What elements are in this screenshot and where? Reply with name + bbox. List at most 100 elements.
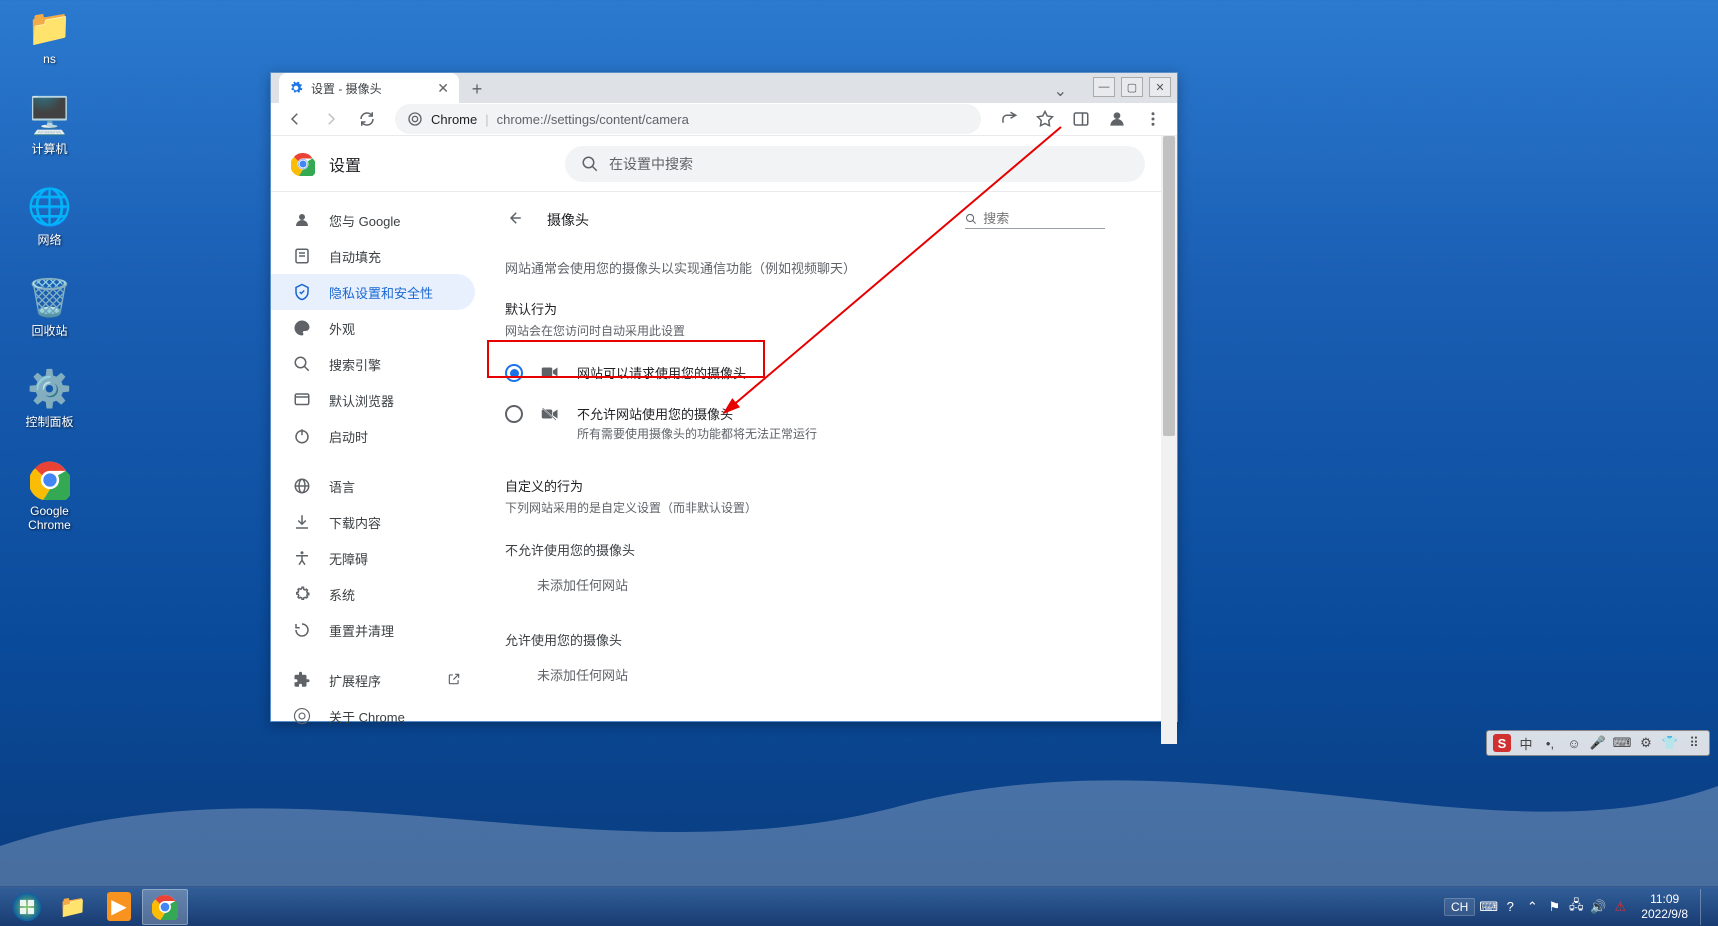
content-scrollbar[interactable] [1161, 136, 1177, 744]
sidebar-item-extensions[interactable]: 扩展程序 [271, 662, 475, 698]
control-icon: ⚙️ [26, 369, 74, 409]
reload-button[interactable] [351, 103, 383, 135]
radio-block-sub: 所有需要使用摄像头的功能都将无法正常运行 [577, 425, 817, 442]
forward-button[interactable] [315, 103, 347, 135]
sidebar-item-privacy[interactable]: 隐私设置和安全性 [271, 274, 475, 310]
chrome-logo-icon [291, 152, 315, 176]
tray-chevron-up-icon[interactable]: ⌃ [1523, 899, 1541, 915]
start-button[interactable] [4, 887, 50, 926]
close-window-button[interactable]: ✕ [1149, 77, 1171, 97]
desktop-wave [0, 726, 1718, 886]
radio-block[interactable] [505, 405, 523, 423]
ime-grip-icon[interactable]: ⠿ [1685, 734, 1703, 752]
desktop-icon-label: 回收站 [31, 322, 67, 339]
sidebar-item-system[interactable]: 系统 [271, 576, 475, 612]
sidebar-item-downloads[interactable]: 下载内容 [271, 504, 475, 540]
sidebar-item-reset[interactable]: 重置并清理 [271, 612, 475, 648]
tray-volume-icon[interactable]: 🔊 [1589, 899, 1607, 915]
content-back-button[interactable] [505, 209, 525, 232]
back-button[interactable] [279, 103, 311, 135]
sidebar-item-autofill[interactable]: 自动填充 [271, 238, 475, 274]
sidebar-item-label: 无障碍 [329, 549, 368, 568]
taskbar-explorer[interactable]: 📁 [50, 889, 96, 925]
radio-allow-label: 网站可以请求使用您的摄像头 [577, 363, 746, 382]
tray-date: 2022/9/8 [1641, 907, 1688, 921]
sidebar-item-appearance[interactable]: 外观 [271, 310, 475, 346]
sidebar-item-label: 默认浏览器 [329, 391, 394, 410]
tab-strip: 设置 - 摄像头 ✕ + ⌄ — ▢ ✕ [271, 73, 1177, 103]
sidebar-item-label: 外观 [329, 319, 355, 338]
page-search-input[interactable] [983, 211, 1105, 226]
sidebar-item-searchengine[interactable]: 搜索引擎 [271, 346, 475, 382]
settings-header: 设置 在设置中搜索 [271, 136, 1177, 192]
minimize-button[interactable]: — [1093, 77, 1115, 97]
ime-keyboard-icon[interactable]: ⌨ [1613, 734, 1631, 752]
tray-help-icon[interactable]: ? [1501, 899, 1519, 914]
desktop-icon-folder[interactable]: 📁ns [12, 8, 87, 66]
onstartup-icon [293, 427, 311, 445]
sidebar-item-defaultbrowser[interactable]: 默认浏览器 [271, 382, 475, 418]
sidebar-item-about[interactable]: 关于 Chrome [271, 698, 475, 734]
ime-skin-icon[interactable]: 👕 [1661, 734, 1679, 752]
sidebar-item-languages[interactable]: 语言 [271, 468, 475, 504]
tray-clock[interactable]: 11:09 2022/9/8 [1633, 892, 1688, 921]
taskbar-chrome[interactable] [142, 889, 188, 925]
desktop-icon-network[interactable]: 🌐 网络 [12, 187, 87, 248]
desktop-icon-recycle[interactable]: 🗑️回收站 [12, 278, 87, 339]
bookmark-button[interactable] [1029, 103, 1061, 135]
default-behavior-sub: 网站会在您访问时自动采用此设置 [505, 322, 1105, 339]
page-search[interactable] [965, 211, 1105, 229]
camera-off-icon [541, 406, 559, 427]
desktop-icon-chrome[interactable]: Google Chrome [12, 460, 87, 532]
ime-logo-icon[interactable]: S [1493, 734, 1511, 752]
new-tab-button[interactable]: + [463, 75, 491, 103]
settings-app-title: 设置 [329, 152, 361, 176]
ime-voice-icon[interactable]: 🎤 [1589, 734, 1607, 752]
desktop-icon-computer[interactable]: 🖥️计算机 [12, 96, 87, 157]
sidebar-item-you[interactable]: 您与 Google [271, 202, 475, 238]
radio-allow-row[interactable]: 网站可以请求使用您的摄像头 [505, 353, 1105, 394]
browser-toolbar: Chrome | chrome://settings/content/camer… [271, 103, 1177, 136]
radio-allow[interactable] [505, 364, 523, 382]
ime-mode[interactable]: 中 [1517, 734, 1535, 752]
tray-flag-icon[interactable]: ⚑ [1545, 899, 1563, 915]
window-controls: — ▢ ✕ [1093, 77, 1171, 97]
ime-toolbar[interactable]: S 中 •, ☺ 🎤 ⌨ ⚙ 👕 ⠿ [1486, 730, 1710, 756]
close-tab-icon[interactable]: ✕ [437, 80, 449, 97]
tray-language[interactable]: CH [1444, 898, 1475, 916]
maximize-button[interactable]: ▢ [1121, 77, 1143, 97]
profile-button[interactable] [1101, 103, 1133, 135]
tabs-dropdown-icon[interactable]: ⌄ [1054, 81, 1067, 101]
share-button[interactable] [993, 103, 1025, 135]
ime-emoji-icon[interactable]: ☺ [1565, 734, 1583, 752]
ime-settings-icon[interactable]: ⚙ [1637, 734, 1655, 752]
camera-icon [541, 365, 559, 384]
sidebar-item-onstartup[interactable]: 启动时 [271, 418, 475, 454]
search-icon [581, 155, 599, 173]
browser-tab[interactable]: 设置 - 摄像头 ✕ [279, 73, 459, 103]
tray-keyboard-icon[interactable]: ⌨ [1479, 899, 1497, 915]
network-icon: 🌐 [26, 187, 74, 227]
ime-punct-icon[interactable]: •, [1541, 734, 1559, 752]
desktop-icon-label: 网络 [37, 231, 61, 248]
sidepanel-button[interactable] [1065, 103, 1097, 135]
omnibox[interactable]: Chrome | chrome://settings/content/camer… [395, 104, 981, 134]
menu-button[interactable] [1137, 103, 1169, 135]
omnibox-prefix: Chrome [431, 112, 477, 127]
show-desktop-button[interactable] [1700, 889, 1708, 925]
taskbar-mediaplayer[interactable]: ▶ [96, 889, 142, 925]
sidebar-item-accessibility[interactable]: 无障碍 [271, 540, 475, 576]
autofill-icon [293, 247, 311, 265]
tray-network-icon[interactable]: 🖧 [1567, 896, 1585, 918]
scrollbar-thumb[interactable] [1163, 136, 1175, 436]
system-icon [293, 585, 311, 603]
custom-behavior-sub: 下列网站采用的是自定义设置（而非默认设置） [505, 499, 1105, 516]
about-icon [293, 707, 311, 725]
desktop-icon-control[interactable]: ⚙️控制面板 [12, 369, 87, 430]
custom-behavior-title: 自定义的行为 [505, 476, 1105, 495]
accessibility-icon [293, 549, 311, 567]
tray-security-icon[interactable]: ⚠ [1611, 899, 1629, 915]
tab-title: 设置 - 摄像头 [311, 80, 382, 97]
settings-search[interactable]: 在设置中搜索 [565, 146, 1145, 182]
radio-block-row[interactable]: 不允许网站使用您的摄像头 所有需要使用摄像头的功能都将无法正常运行 [505, 394, 1105, 452]
